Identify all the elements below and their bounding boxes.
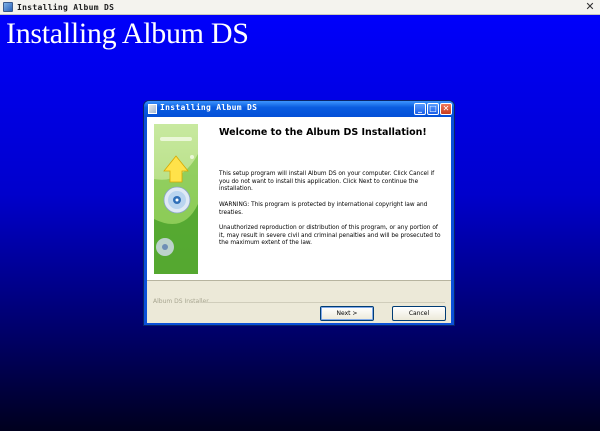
setup-app-icon: [3, 2, 13, 12]
dialog-app-icon: [148, 104, 157, 114]
warning-paragraph: WARNING: This program is protected by in…: [219, 202, 428, 216]
outer-title-bar: Installing Album DS ✕: [0, 0, 600, 15]
cancel-button[interactable]: Cancel: [392, 306, 446, 321]
banner-graphic: [154, 137, 198, 274]
outer-close-button[interactable]: ✕: [584, 1, 596, 13]
banner-dot-icon: [190, 155, 194, 159]
cd-disc-icon: [163, 186, 191, 214]
dialog-body: Welcome to the Album DS Installation! Th…: [147, 117, 451, 323]
dialog-title: Installing Album DS: [160, 103, 258, 112]
content-area: Welcome to the Album DS Installation! Th…: [147, 117, 451, 281]
small-disc-icon: [156, 238, 174, 256]
close-button[interactable]: ✕: [440, 103, 452, 115]
banner-bar-icon: [160, 137, 192, 141]
footer-divider: [201, 302, 445, 303]
page-heading: Installing Album DS: [6, 17, 249, 50]
welcome-heading: Welcome to the Album DS Installation!: [219, 127, 427, 138]
next-button[interactable]: Next >: [320, 306, 374, 321]
installer-dialog: Installing Album DS _ □ ✕ Welcome to the…: [143, 100, 455, 326]
minimize-button[interactable]: _: [414, 103, 426, 115]
outer-window-title: Installing Album DS: [17, 2, 115, 12]
legal-paragraph: Unauthorized reproduction or distributio…: [219, 225, 441, 247]
dialog-title-bar[interactable]: Installing Album DS _ □ ✕: [144, 101, 454, 117]
side-banner: [154, 124, 198, 274]
intro-paragraph: This setup program will install Album DS…: [219, 171, 435, 193]
maximize-button[interactable]: □: [427, 103, 439, 115]
